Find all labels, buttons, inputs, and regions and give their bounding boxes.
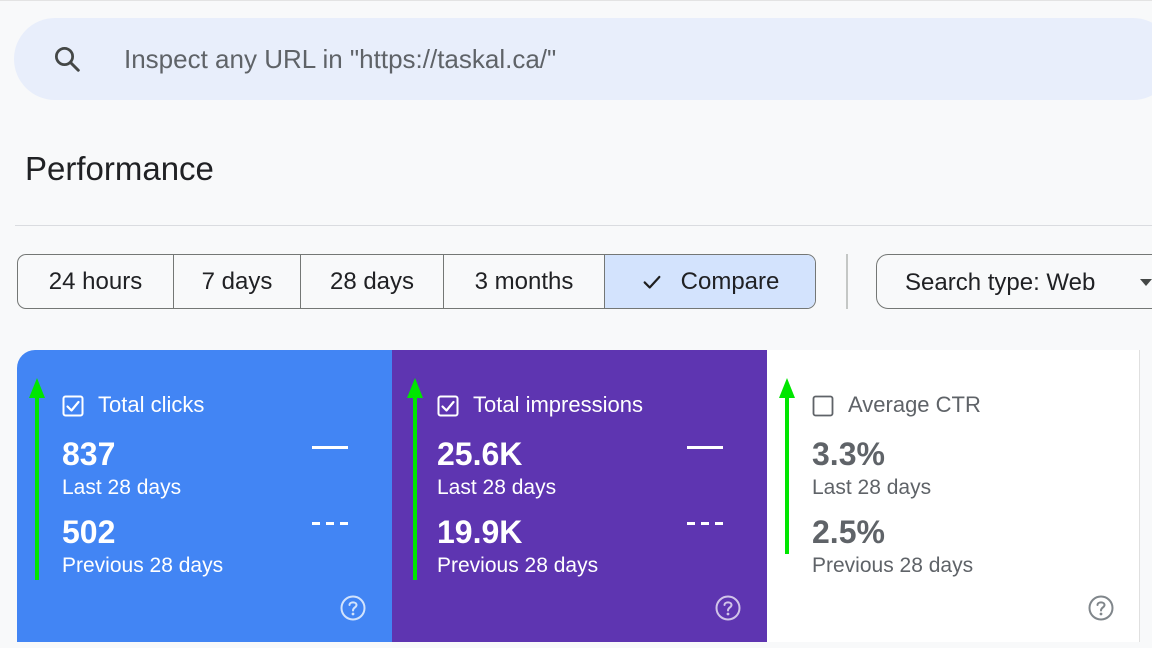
- checkbox-checked-icon[interactable]: [62, 395, 84, 417]
- help-icon[interactable]: [339, 594, 367, 622]
- green-up-arrow-icon: [407, 378, 423, 580]
- metric-title: Average CTR: [848, 392, 981, 417]
- metric-card-total-impressions[interactable]: Total impressions 25.6K Last 28 days 19.…: [392, 350, 767, 642]
- url-inspect-search-bar[interactable]: Inspect any URL in "https://taskal.ca/": [14, 18, 1152, 100]
- metric-previous-period: Previous 28 days: [437, 554, 599, 577]
- chip-3-months[interactable]: 3 months: [444, 255, 605, 308]
- help-icon[interactable]: [714, 594, 742, 622]
- green-up-arrow-icon: [779, 378, 795, 554]
- metric-current-period: Last 28 days: [812, 476, 932, 499]
- legend-dashed-line: [312, 522, 348, 525]
- caret-down-icon: [1140, 279, 1152, 286]
- metric-previous-value: 19.9K: [437, 514, 523, 550]
- green-up-arrow-icon: [29, 378, 45, 580]
- legend-dashed-line: [687, 522, 723, 525]
- help-icon[interactable]: [1087, 594, 1115, 622]
- metric-current-value: 837: [62, 436, 116, 472]
- toolbar-divider: [846, 254, 848, 309]
- legend-solid-line: [687, 446, 723, 449]
- title-divider: [15, 225, 1152, 226]
- metric-card-total-clicks[interactable]: Total clicks 837 Last 28 days 502 Previo…: [17, 350, 392, 642]
- chip-compare[interactable]: Compare: [605, 255, 815, 308]
- chip-24-hours[interactable]: 24 hours: [18, 255, 174, 308]
- metric-current-period: Last 28 days: [437, 476, 557, 499]
- date-range-chip-group: 24 hours 7 days 28 days 3 months Compare: [17, 254, 816, 309]
- search-type-label: Search type: Web: [905, 269, 1096, 296]
- chip-28-days[interactable]: 28 days: [301, 255, 444, 308]
- metric-title: Total impressions: [473, 392, 643, 417]
- search-input[interactable]: Inspect any URL in "https://taskal.ca/": [124, 44, 556, 75]
- metric-previous-period: Previous 28 days: [812, 554, 974, 577]
- metric-previous-value: 502: [62, 514, 116, 550]
- page-title: Performance: [25, 150, 214, 187]
- checkbox-checked-icon[interactable]: [437, 395, 459, 417]
- top-border: [0, 0, 1152, 1]
- legend-solid-line: [312, 446, 348, 449]
- metric-current-period: Last 28 days: [62, 476, 182, 499]
- chip-7-days[interactable]: 7 days: [174, 255, 301, 308]
- metric-current-value: 25.6K: [437, 436, 523, 472]
- metric-current-value: 3.3%: [812, 436, 885, 472]
- search-type-dropdown[interactable]: Search type: Web: [876, 254, 1152, 309]
- metric-previous-period: Previous 28 days: [62, 554, 224, 577]
- chip-compare-label: Compare: [680, 267, 780, 295]
- checkbox-unchecked-icon[interactable]: [812, 395, 834, 417]
- check-icon: [643, 275, 661, 289]
- metric-card-average-ctr[interactable]: Average CTR 3.3% Last 28 days 2.5% Previ…: [767, 350, 1140, 642]
- metric-previous-value: 2.5%: [812, 514, 885, 550]
- search-icon[interactable]: [52, 44, 82, 74]
- metric-title: Total clicks: [98, 392, 205, 417]
